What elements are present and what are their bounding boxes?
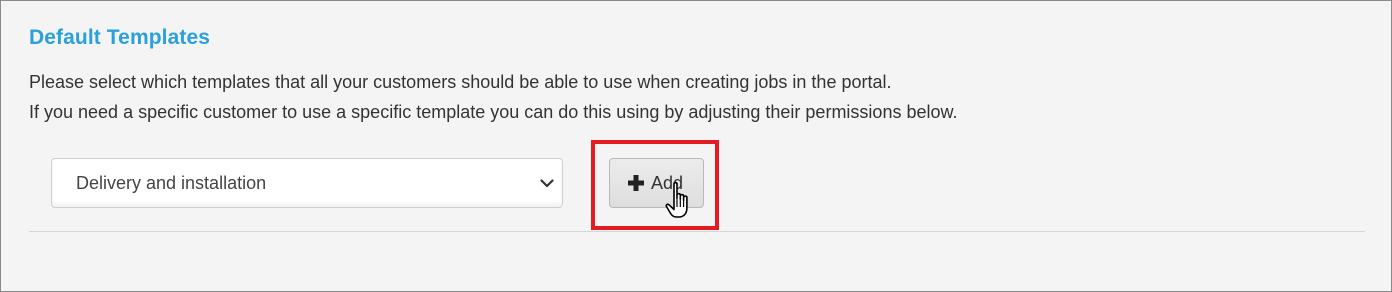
hand-cursor-icon: [665, 181, 688, 218]
template-select[interactable]: Delivery and installation: [51, 158, 563, 208]
chevron-down-icon: [540, 179, 554, 188]
section-divider: [29, 231, 1365, 232]
description-line-2: If you need a specific customer to use a…: [29, 102, 958, 122]
default-templates-panel: Default Templates Please select which te…: [0, 0, 1392, 292]
template-select-value: Delivery and installation: [76, 173, 267, 193]
section-title: Default Templates: [29, 26, 211, 49]
description-line-1: Please select which templates that all y…: [29, 72, 892, 92]
plus-icon: [628, 175, 644, 191]
